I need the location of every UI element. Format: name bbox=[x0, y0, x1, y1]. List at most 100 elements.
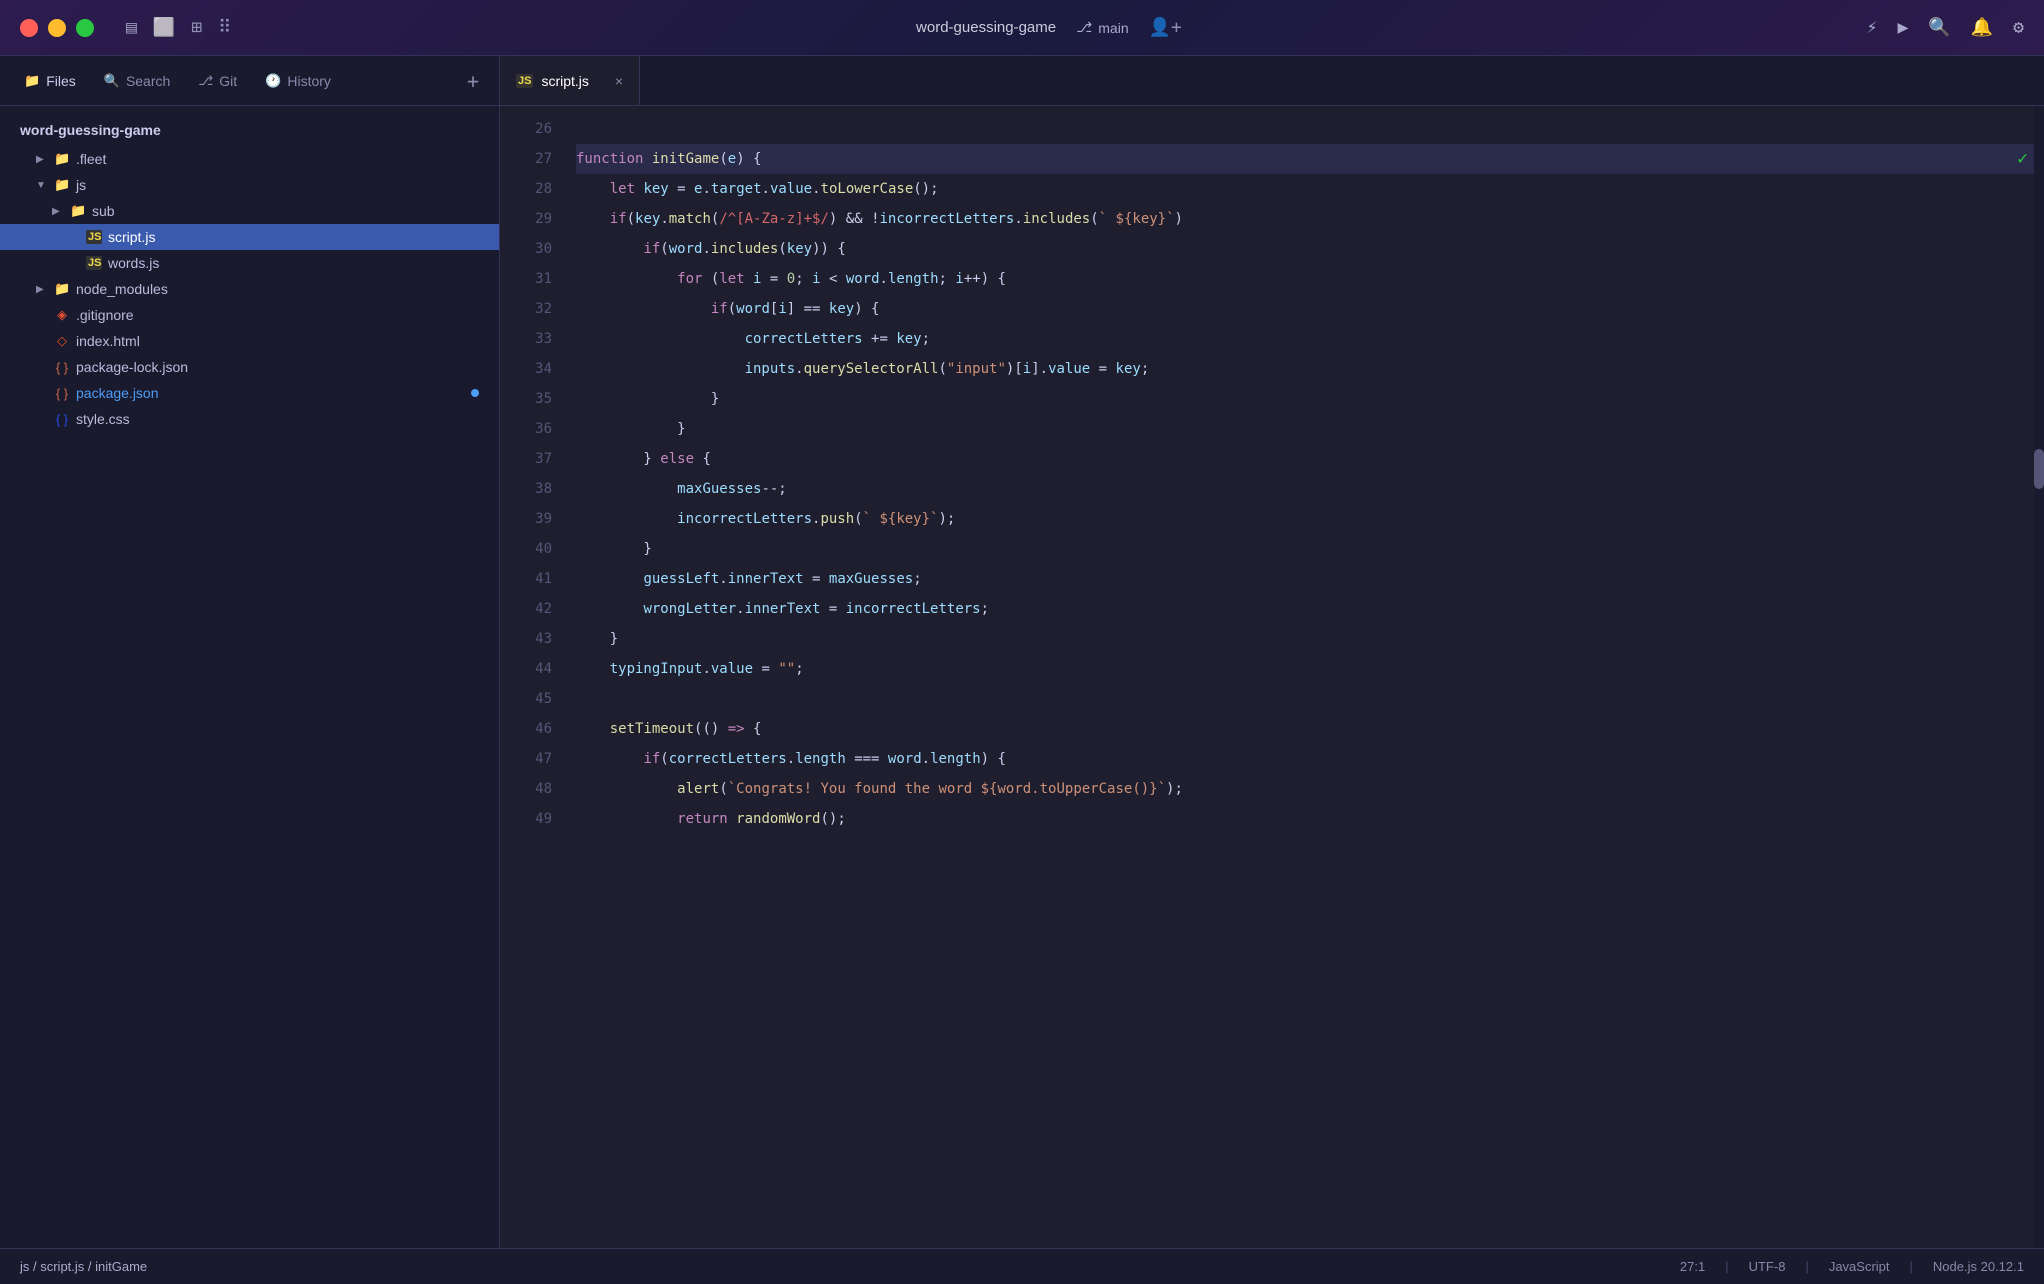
code-line: incorrectLetters.push(` ${key}`); bbox=[576, 504, 2044, 534]
tree-item-style-css[interactable]: { } style.css bbox=[0, 406, 499, 432]
tree-item-words-js[interactable]: JS words.js bbox=[0, 250, 499, 276]
encoding: UTF-8 bbox=[1749, 1259, 1786, 1274]
branch-icon: ⎇ bbox=[1076, 19, 1092, 36]
titlebar: ▤ ⬜ ⊞ ⠿ word-guessing-game ⎇ main 👤+ ⚡ ▶… bbox=[0, 0, 2044, 56]
grid-icon[interactable]: ⠿ bbox=[218, 17, 231, 38]
scrollbar-thumb[interactable] bbox=[2034, 449, 2044, 489]
tree-item-label: package.json bbox=[76, 385, 159, 401]
tree-item-label: style.css bbox=[76, 411, 130, 427]
folder-icon: 📁 bbox=[54, 177, 70, 193]
chevron-down-icon: ▼ bbox=[36, 180, 48, 191]
modified-indicator bbox=[471, 389, 479, 397]
tree-item-index-html[interactable]: ◇ index.html bbox=[0, 328, 499, 354]
sidebar-tab-history[interactable]: 🕐 History bbox=[253, 67, 343, 95]
cursor-position: 27:1 bbox=[1680, 1259, 1705, 1274]
search-icon[interactable]: 🔍 bbox=[1928, 17, 1950, 38]
code-line: } bbox=[576, 384, 2044, 414]
runtime: Node.js 20.12.1 bbox=[1933, 1259, 2024, 1274]
tree-item-label: words.js bbox=[108, 255, 159, 271]
files-tab-label: Files bbox=[46, 73, 76, 89]
search-tab-icon: 🔍 bbox=[104, 73, 120, 89]
tree-item-script-js[interactable]: JS script.js bbox=[0, 224, 499, 250]
branch-info: ⎇ main bbox=[1076, 19, 1129, 36]
tab-label: script.js bbox=[541, 73, 588, 89]
titlebar-left-icons: ▤ ⬜ ⊞ ⠿ bbox=[126, 17, 231, 38]
tree-item-js[interactable]: ▼ 📁 js bbox=[0, 172, 499, 198]
traffic-lights bbox=[20, 19, 94, 37]
chevron-right-icon: ▶ bbox=[52, 206, 64, 217]
tree-item-fleet[interactable]: ▶ 📁 .fleet bbox=[0, 146, 499, 172]
folder-icon: 📁 bbox=[54, 151, 70, 167]
tree-item-label: js bbox=[76, 177, 86, 193]
tab-js-icon: JS bbox=[516, 74, 533, 88]
code-line: typingInput.value = ""; bbox=[576, 654, 2044, 684]
tree-item-label: .fleet bbox=[76, 151, 106, 167]
close-button[interactable] bbox=[20, 19, 38, 37]
tree-root: word-guessing-game bbox=[0, 118, 499, 142]
add-collaborator-icon[interactable]: 👤+ bbox=[1149, 17, 1182, 38]
code-line: } bbox=[576, 534, 2044, 564]
tree-item-label: node_modules bbox=[76, 281, 168, 297]
git-file-icon: ◈ bbox=[54, 307, 70, 323]
folder-icon: 📁 bbox=[54, 281, 70, 297]
code-line: setTimeout(() => { bbox=[576, 714, 2044, 744]
code-line bbox=[576, 684, 2044, 714]
titlebar-right-icons: ⚡ ▶ 🔍 🔔 ⚙ bbox=[1867, 17, 2024, 38]
code-line: } else { bbox=[576, 444, 2044, 474]
tree-item-package-lock[interactable]: { } package-lock.json bbox=[0, 354, 499, 380]
js-file-icon: JS bbox=[86, 256, 102, 270]
project-name: word-guessing-game bbox=[916, 19, 1056, 36]
code-line: for (let i = 0; i < word.length; i++) { bbox=[576, 264, 2044, 294]
folder-icon: 📁 bbox=[70, 203, 86, 219]
json-file-icon: { } bbox=[54, 360, 70, 375]
search-tab-label: Search bbox=[126, 73, 170, 89]
tree-item-node-modules[interactable]: ▶ 📁 node_modules bbox=[0, 276, 499, 302]
code-line: return randomWord(); bbox=[576, 804, 2044, 834]
code-line: if(key.match(/^[A-Za-z]+$/) && !incorrec… bbox=[576, 204, 2044, 234]
history-tab-icon: 🕐 bbox=[265, 73, 281, 89]
sidebar-tab-git[interactable]: ⎇ Git bbox=[186, 67, 249, 95]
history-tab-label: History bbox=[287, 73, 331, 89]
breadcrumb-path: js / script.js / initGame bbox=[20, 1259, 147, 1274]
tree-item-sub[interactable]: ▶ 📁 sub bbox=[0, 198, 499, 224]
code-line: wrongLetter.innerText = incorrectLetters… bbox=[576, 594, 2044, 624]
code-line: maxGuesses--; bbox=[576, 474, 2044, 504]
scrollbar-track bbox=[2034, 106, 2044, 1248]
tree-item-package-json[interactable]: { } package.json bbox=[0, 380, 499, 406]
maximize-button[interactable] bbox=[76, 19, 94, 37]
chevron-right-icon: ▶ bbox=[36, 154, 48, 165]
editor-area: JS script.js × 26 27 28 29 30 31 32 33 3… bbox=[500, 56, 2044, 1248]
tree-item-label: .gitignore bbox=[76, 307, 134, 323]
json-file-icon: { } bbox=[54, 386, 70, 401]
run-icon[interactable]: ▶ bbox=[1897, 17, 1908, 38]
bell-icon[interactable]: 🔔 bbox=[1971, 17, 1993, 38]
split-view-icon[interactable]: ⊞ bbox=[191, 17, 202, 38]
editor-tab-script-js[interactable]: JS script.js × bbox=[500, 56, 640, 105]
close-tab-button[interactable]: × bbox=[615, 73, 623, 89]
code-editor[interactable]: function initGame(e) { ✓ let key = e.tar… bbox=[560, 106, 2044, 1248]
sidebar-tab-search[interactable]: 🔍 Search bbox=[92, 67, 183, 95]
editor-tabs: JS script.js × bbox=[500, 56, 2044, 106]
code-line: } bbox=[576, 624, 2044, 654]
code-line: guessLeft.innerText = maxGuesses; bbox=[576, 564, 2044, 594]
code-line: function initGame(e) { ✓ bbox=[576, 144, 2044, 174]
branch-name: main bbox=[1098, 20, 1128, 36]
settings-icon[interactable]: ⚙ bbox=[2013, 17, 2024, 38]
separator: | bbox=[1910, 1259, 1913, 1274]
minimize-button[interactable] bbox=[48, 19, 66, 37]
tree-item-label: sub bbox=[92, 203, 115, 219]
css-file-icon: { } bbox=[54, 412, 70, 427]
sidebar-tab-files[interactable]: 📁 Files bbox=[12, 67, 88, 95]
add-tab-button[interactable]: + bbox=[459, 65, 487, 97]
separator: | bbox=[1805, 1259, 1808, 1274]
html-file-icon: ◇ bbox=[54, 333, 70, 349]
language: JavaScript bbox=[1829, 1259, 1890, 1274]
sidebar-toggle-icon[interactable]: ▤ bbox=[126, 17, 137, 38]
tree-item-gitignore[interactable]: ◈ .gitignore bbox=[0, 302, 499, 328]
code-container: 26 27 28 29 30 31 32 33 34 35 36 37 38 3… bbox=[500, 106, 2044, 1248]
sidebar: 📁 Files 🔍 Search ⎇ Git 🕐 History + word-… bbox=[0, 56, 500, 1248]
panel-toggle-icon[interactable]: ⬜ bbox=[153, 17, 175, 38]
code-line: if(word[i] == key) { bbox=[576, 294, 2044, 324]
lightning-icon[interactable]: ⚡ bbox=[1867, 17, 1878, 38]
js-file-icon: JS bbox=[86, 230, 102, 244]
